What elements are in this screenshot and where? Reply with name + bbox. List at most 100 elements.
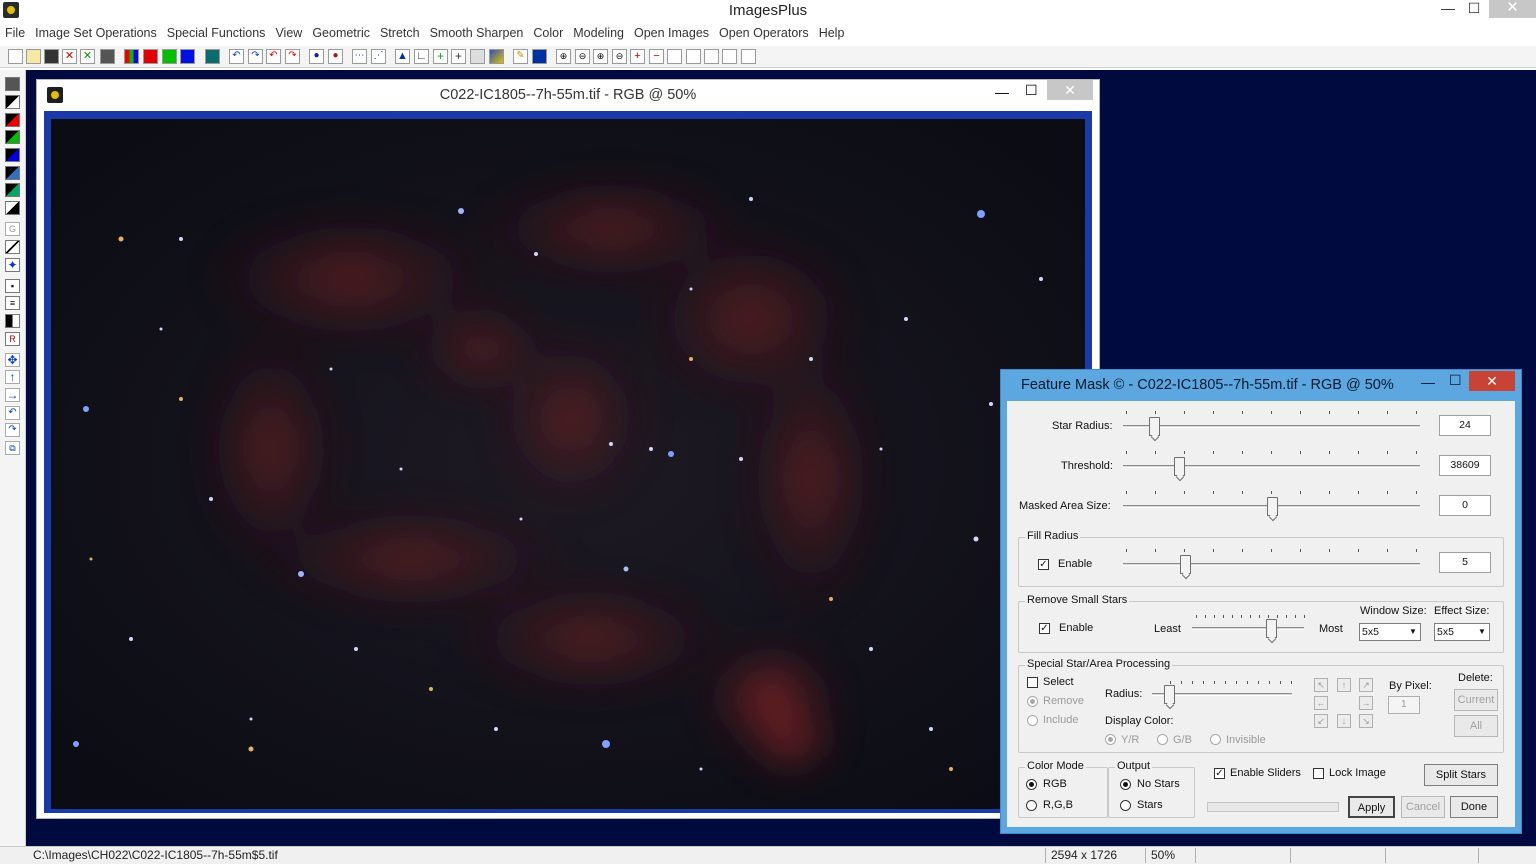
move-down-right-icon[interactable]: ↘: [1359, 714, 1373, 728]
image-window-minimize-button[interactable]: —: [995, 84, 1009, 100]
histogram-icon[interactable]: ▲: [395, 49, 410, 64]
window-size-select[interactable]: 5x5 ▼: [1359, 623, 1421, 641]
black-point-icon[interactable]: [5, 95, 20, 109]
star-radius-slider[interactable]: [1149, 417, 1160, 436]
zoom-fit-icon[interactable]: ⊕: [593, 49, 608, 64]
move-left-icon[interactable]: ←: [1314, 696, 1328, 710]
pencil-icon[interactable]: ✎: [513, 49, 528, 64]
red-channel-icon[interactable]: [143, 49, 158, 64]
star-radius-track[interactable]: [1123, 425, 1420, 428]
curve-icon[interactable]: ∟: [414, 49, 429, 64]
color-mode-r-g-b-radio[interactable]: [1026, 800, 1037, 811]
select-tool-icon[interactable]: ▪: [5, 279, 20, 293]
output-no-stars-radio[interactable]: [1120, 779, 1131, 790]
feature-mask-maximize-button[interactable]: ☐: [1449, 372, 1462, 389]
feature-mask-minimize-button[interactable]: —: [1421, 374, 1435, 390]
rotate-tool-icon[interactable]: G: [5, 222, 20, 236]
menu-image-set-operations[interactable]: Image Set Operations: [30, 24, 162, 44]
menu-geometric[interactable]: Geometric: [307, 24, 375, 44]
mask-icon[interactable]: ●: [309, 49, 324, 64]
remove-small-stars-track[interactable]: [1192, 627, 1304, 630]
delete-all-button[interactable]: All: [1454, 715, 1498, 737]
plot-icon[interactable]: ⋰: [371, 49, 386, 64]
frame-1-icon[interactable]: [667, 49, 682, 64]
shift-right-icon[interactable]: →: [5, 388, 20, 402]
color-gb-radio[interactable]: [1157, 734, 1168, 745]
remove-small-stars-enable-checkbox[interactable]: ✓: [1039, 623, 1050, 634]
select-checkbox[interactable]: [1027, 677, 1038, 688]
zoom-100-icon[interactable]: ⊖: [612, 49, 627, 64]
flip-icon[interactable]: ⧉: [5, 441, 20, 455]
color-yr-radio[interactable]: [1105, 734, 1116, 745]
menu-file[interactable]: File: [0, 24, 30, 44]
feature-mask-title-bar[interactable]: Feature Mask © - C022-IC1805--7h-55m.tif…: [1001, 370, 1521, 400]
output-stars-radio[interactable]: [1120, 800, 1131, 811]
menu-open-operators[interactable]: Open Operators: [714, 24, 814, 44]
open-folder-icon[interactable]: [26, 49, 41, 64]
background-point-icon[interactable]: [5, 166, 20, 180]
menu-stretch[interactable]: Stretch: [375, 24, 425, 44]
fill-radius-track[interactable]: [1123, 563, 1420, 566]
move-tool-icon[interactable]: ✥: [5, 353, 20, 367]
green-point-icon[interactable]: [5, 130, 20, 144]
zoom-out-icon[interactable]: ⊖: [575, 49, 590, 64]
blank-tool-icon[interactable]: [470, 49, 485, 64]
frame-4-icon[interactable]: [722, 49, 737, 64]
apply-button[interactable]: Apply: [1348, 796, 1395, 818]
menu-help[interactable]: Help: [814, 24, 850, 44]
by-pixel-spinner[interactable]: 1: [1388, 696, 1420, 714]
done-button[interactable]: Done: [1450, 796, 1498, 818]
close-all-icon[interactable]: ✕: [80, 49, 95, 64]
threshold-slider[interactable]: [1174, 457, 1185, 476]
star-tool-icon[interactable]: ✦: [5, 258, 20, 272]
remove-small-stars-slider[interactable]: [1266, 619, 1277, 638]
line-tool-icon[interactable]: [5, 240, 20, 254]
app-maximize-button[interactable]: ☐: [1460, 0, 1488, 18]
effect-size-select[interactable]: 5x5 ▼: [1434, 623, 1490, 641]
contrast-tool-icon[interactable]: [5, 314, 20, 328]
fill-radius-enable-checkbox[interactable]: ✓: [1038, 559, 1049, 570]
menu-view[interactable]: View: [270, 24, 307, 44]
special-radius-slider[interactable]: [1164, 685, 1175, 704]
move-up-right-icon[interactable]: ↗: [1359, 678, 1373, 692]
frame-2-icon[interactable]: [686, 49, 701, 64]
close-image-icon[interactable]: ✕: [62, 49, 77, 64]
enable-sliders-checkbox[interactable]: ✓: [1214, 768, 1225, 779]
move-down-icon[interactable]: ↓: [1337, 714, 1351, 728]
color-point-icon[interactable]: [5, 183, 20, 197]
print-icon[interactable]: [100, 49, 115, 64]
remove-region-icon[interactable]: −: [649, 49, 664, 64]
move-up-left-icon[interactable]: ↖: [1314, 678, 1328, 692]
blue-point-icon[interactable]: [5, 148, 20, 162]
image-window-maximize-button[interactable]: ☐: [1025, 82, 1038, 99]
frame-3-icon[interactable]: [704, 49, 719, 64]
save-icon[interactable]: [44, 49, 59, 64]
cancel-button[interactable]: Cancel: [1401, 796, 1445, 818]
include-radio[interactable]: [1027, 715, 1038, 726]
menu-special-functions[interactable]: Special Functions: [162, 24, 271, 44]
move-up-icon[interactable]: ↑: [1337, 678, 1351, 692]
line-profile-icon[interactable]: ⋯: [352, 49, 367, 64]
rgb-channels-icon[interactable]: [124, 49, 139, 64]
masked-area-size-slider[interactable]: [1267, 497, 1278, 516]
green-channel-icon[interactable]: [162, 49, 177, 64]
redo-icon[interactable]: ↷: [248, 49, 263, 64]
grid-icon[interactable]: [205, 49, 220, 64]
delete-current-button[interactable]: Current: [1454, 689, 1498, 711]
threshold-value[interactable]: 38609: [1439, 455, 1491, 476]
color-invisible-radio[interactable]: [1210, 734, 1221, 745]
rotate-right-icon[interactable]: ↷: [5, 423, 20, 437]
remove-radio[interactable]: [1027, 696, 1038, 707]
color-mode-rgb-radio[interactable]: [1026, 779, 1037, 790]
target-icon[interactable]: +: [451, 49, 466, 64]
zoom-in-icon[interactable]: ⊕: [556, 49, 571, 64]
nebula-image[interactable]: [51, 119, 1085, 809]
split-stars-button[interactable]: Split Stars: [1424, 764, 1498, 786]
undo-icon[interactable]: ↶: [229, 49, 244, 64]
white-point-icon[interactable]: [5, 201, 20, 215]
save-tool-icon[interactable]: [5, 77, 20, 91]
redo-all-icon[interactable]: ↷: [285, 49, 300, 64]
fill-radius-value[interactable]: 5: [1439, 552, 1491, 573]
app-close-button[interactable]: ✕: [1489, 0, 1536, 18]
image-window-title-bar[interactable]: C022-IC1805--7h-55m.tif - RGB @ 50% — ☐ …: [37, 80, 1099, 110]
